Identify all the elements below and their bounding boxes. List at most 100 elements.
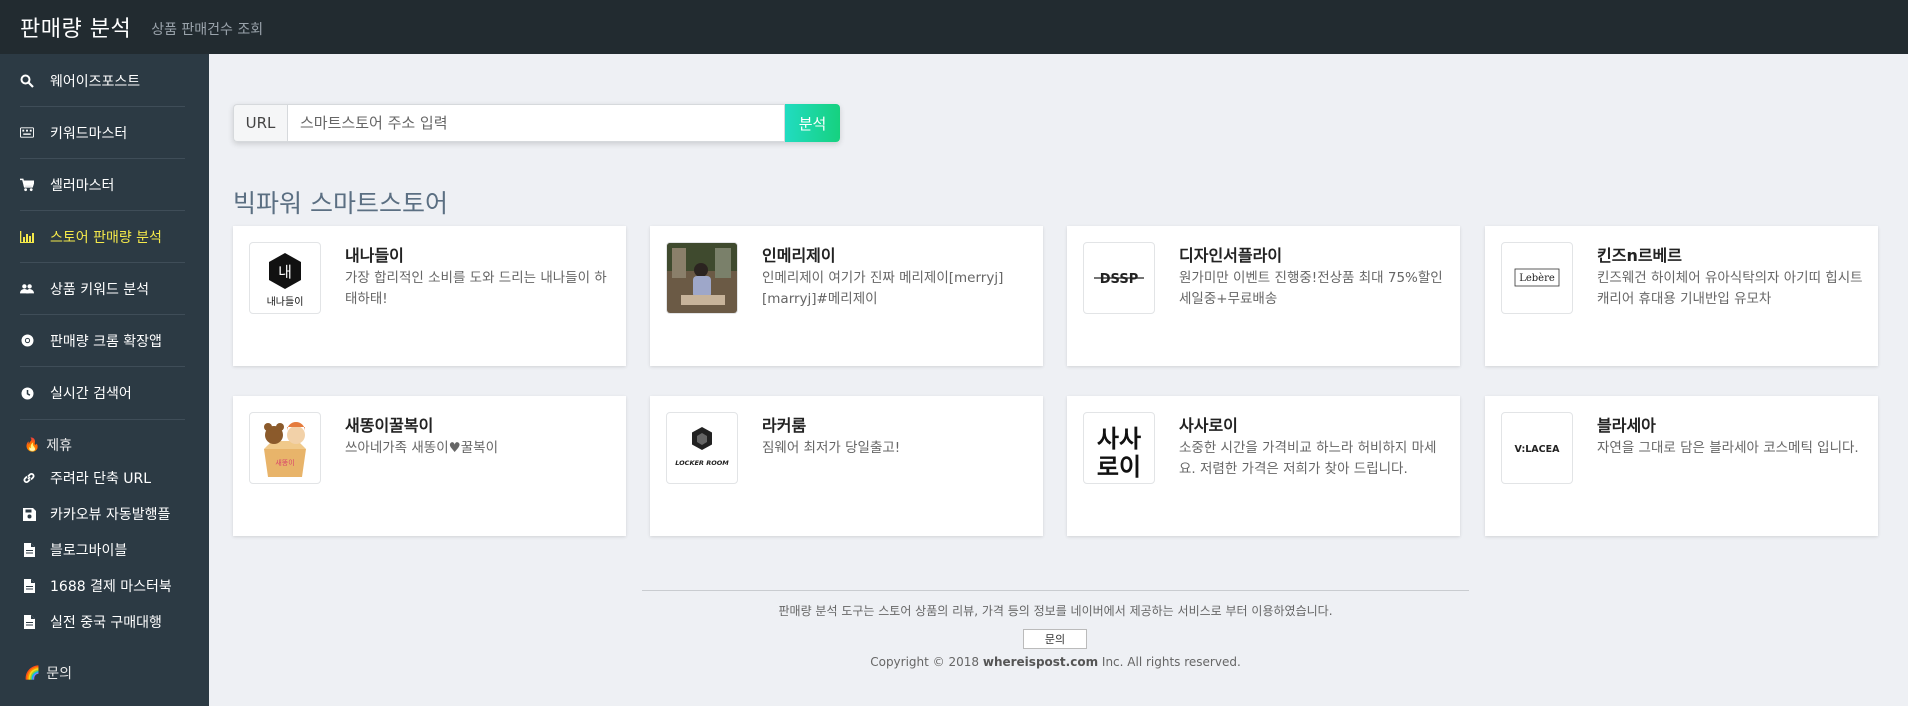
store-desc: 짐웨어 최저가 당일출고! xyxy=(762,440,901,456)
store-logo: 새똥이 xyxy=(249,412,321,484)
sidebar-item-product-keyword-analysis[interactable]: 상품 키워드 분석 xyxy=(20,263,185,315)
store-name: 라커룸 xyxy=(762,416,807,435)
link-icon xyxy=(22,471,36,485)
sidebar-link-kakaoview[interactable]: 카카오뷰 자동발행플 xyxy=(22,496,209,532)
sidebar-item-seller-master[interactable]: 셀러마스터 xyxy=(20,159,185,211)
store-name: 인메리제이 xyxy=(762,246,836,265)
fire-icon: 🔥 xyxy=(24,437,41,453)
svg-text:사사: 사사 xyxy=(1097,425,1141,453)
sidebar-item-label: 웨어이즈포스트 xyxy=(50,73,141,90)
store-card-nenadeuli[interactable]: 내 내나들이 내나들이 가장 합리적인 소비를 도와 드리는 내나들이 하태하태… xyxy=(233,226,626,366)
store-name: 새똥이꿀복이 xyxy=(345,416,434,435)
url-search-group: URL 분석 xyxy=(233,104,840,142)
sidebar-item-store-sales-analysis[interactable]: 스토어 판매량 분석 xyxy=(20,211,185,263)
store-card-sasaroi[interactable]: 사사 로이 사사로이 소중한 시간을 가격비교 하느라 허비하지 마세요. 저렴… xyxy=(1067,396,1460,536)
store-logo-text: Lebère xyxy=(1519,273,1555,284)
store-name: 내나들이 xyxy=(345,246,404,265)
store-logo: V:LACEA xyxy=(1501,412,1573,484)
store-name: 사사로이 xyxy=(1179,416,1238,435)
sidebar-item-chrome-extension[interactable]: 판매량 크롬 확장앱 xyxy=(20,315,185,367)
store-logo: DSSP xyxy=(1083,242,1155,314)
store-card-vlacea[interactable]: V:LACEA 블라세아 자연을 그대로 담은 블라세아 코스메틱 입니다. xyxy=(1485,396,1878,536)
sidebar-item-label: 셀러마스터 xyxy=(50,177,115,194)
store-desc: 쓰아네가족 새똥이♥꿀복이 xyxy=(345,440,499,456)
store-desc: 가장 합리적인 소비를 도와 드리는 내나들이 하태하태! xyxy=(345,270,607,307)
bar-chart-icon xyxy=(20,230,34,244)
footer-divider xyxy=(642,590,1469,591)
sidebar-item-whereispost[interactable]: 웨어이즈포스트 xyxy=(20,55,185,107)
store-logo-text: LOCKER ROOM xyxy=(675,459,729,467)
store-logo xyxy=(666,242,738,314)
store-logo-text: 내 xyxy=(278,263,292,281)
store-card-saeddongi[interactable]: 새똥이 새똥이꿀복이 쓰아네가족 새똥이♥꿀복이 xyxy=(233,396,626,536)
store-name: 블라세아 xyxy=(1597,416,1656,435)
store-desc: 킨즈웨건 하이체어 유아식탁의자 아기띠 힙시트캐리어 휴대용 기내반입 유모차 xyxy=(1597,270,1863,307)
app-subtitle: 상품 판매건수 조회 xyxy=(151,22,264,38)
store-logo-caption: 내나들이 xyxy=(267,296,304,308)
store-desc: 소중한 시간을 가격비교 하느라 허비하지 마세요. 저렴한 가격은 저희가 찾… xyxy=(1179,440,1437,477)
store-card-locker-room[interactable]: LOCKER ROOM 라커룸 짐웨어 최저가 당일출고! xyxy=(650,396,1043,536)
sidebar-item-realtime-search[interactable]: 실시간 검색어 xyxy=(20,367,185,419)
store-logo: 사사 로이 xyxy=(1083,412,1155,484)
copyright-suffix: Inc. All rights reserved. xyxy=(1101,655,1241,669)
sidebar-item-label: 실시간 검색어 xyxy=(50,386,132,402)
search-icon xyxy=(20,74,34,88)
sidebar: 웨어이즈포스트 키워드마스터 셀러마스터 스토어 판매량 분석 상품 키워드 분… xyxy=(0,54,209,706)
svg-text:로이: 로이 xyxy=(1097,453,1141,481)
store-desc: 자연을 그대로 담은 블라세아 코스메틱 입니다. xyxy=(1597,440,1859,456)
sidebar-section-label: 문의 xyxy=(46,666,72,682)
sidebar-section-contact[interactable]: 🌈 문의 xyxy=(24,662,209,684)
store-logo: 내 내나들이 xyxy=(249,242,321,314)
file-icon xyxy=(22,579,36,593)
url-addon-label: URL xyxy=(233,104,287,142)
sidebar-item-label: 스토어 판매량 분석 xyxy=(50,229,162,246)
sidebar-link-1688-payment[interactable]: 1688 결제 마스터북 xyxy=(22,568,209,604)
store-logo: LOCKER ROOM xyxy=(666,412,738,484)
section-title: 빅파워 스마트스토어 xyxy=(233,189,448,218)
store-desc: 원가미만 이벤트 진행중!전상품 최대 75%할인 세일중+무료배송 xyxy=(1179,270,1443,307)
sidebar-link-blog-bible[interactable]: 블로그바이블 xyxy=(22,532,209,568)
main-content: URL 분석 빅파워 스마트스토어 내 내나들이 내나들이 가장 합리적인 소비… xyxy=(209,54,1908,706)
contact-button[interactable]: 문의 xyxy=(1023,629,1087,649)
store-desc: 인메리제이 여기가 진짜 메리제이[merryj][marryj]#메리제이 xyxy=(762,270,1004,307)
store-card-inmerryj[interactable]: 인메리제이 인메리제이 여기가 진짜 메리제이[merryj][marryj]#… xyxy=(650,226,1043,366)
store-name: 디자인서플라이 xyxy=(1179,246,1283,265)
users-icon xyxy=(20,282,34,296)
sidebar-link-label: 카카오뷰 자동발행플 xyxy=(50,507,171,523)
save-icon xyxy=(22,507,36,521)
store-card-kinz-lebere[interactable]: Lebère 킨즈n르베르 킨즈웨건 하이체어 유아식탁의자 아기띠 힙시트캐리… xyxy=(1485,226,1878,366)
sidebar-link-label: 블로그바이블 xyxy=(50,543,128,559)
clock-icon xyxy=(20,386,34,400)
sidebar-link-label: 주려라 단축 URL xyxy=(50,471,152,487)
file-icon xyxy=(22,615,36,629)
sidebar-link-label: 1688 결제 마스터북 xyxy=(50,579,172,595)
sidebar-item-label: 키워드마스터 xyxy=(50,125,128,142)
sidebar-section-label: 제휴 xyxy=(46,438,72,454)
rainbow-icon: 🌈 xyxy=(24,665,41,681)
sidebar-link-china-purchase[interactable]: 실전 중국 구매대행 xyxy=(22,604,209,640)
store-card-design-supply[interactable]: DSSP 디자인서플라이 원가미만 이벤트 진행중!전상품 최대 75%할인 세… xyxy=(1067,226,1460,366)
store-url-input[interactable] xyxy=(287,104,785,142)
footer-notice: 판매량 분석 도구는 스토어 상품의 리뷰, 가격 등의 정보를 네이버에서 제… xyxy=(778,604,1333,618)
svg-text:새똥이: 새똥이 xyxy=(275,458,294,467)
analyze-button[interactable]: 분석 xyxy=(785,104,840,142)
store-name: 킨즈n르베르 xyxy=(1597,246,1682,265)
store-logo-text: V:LACEA xyxy=(1515,444,1561,455)
cart-icon xyxy=(20,178,34,192)
store-logo-text: DSSP xyxy=(1100,272,1138,287)
sidebar-item-label: 판매량 크롬 확장앱 xyxy=(50,333,162,350)
app-title[interactable]: 판매량 분석 xyxy=(20,11,131,43)
file-icon xyxy=(22,543,36,557)
copyright-prefix: Copyright © 2018 xyxy=(870,655,980,669)
top-header: 판매량 분석 상품 판매건수 조회 xyxy=(0,0,1908,54)
sidebar-link-short-url[interactable]: 주려라 단축 URL xyxy=(22,460,209,496)
sidebar-item-label: 상품 키워드 분석 xyxy=(50,281,150,298)
copyright-brand-link[interactable]: whereispost.com xyxy=(983,655,1098,669)
copyright: Copyright © 2018 whereispost.com Inc. Al… xyxy=(642,655,1469,669)
keyboard-icon xyxy=(20,126,34,140)
store-logo: Lebère xyxy=(1501,242,1573,314)
chrome-icon xyxy=(20,334,34,348)
sidebar-item-keyword-master[interactable]: 키워드마스터 xyxy=(20,107,185,159)
sidebar-section-partners: 🔥 제휴 xyxy=(24,434,209,456)
sidebar-link-label: 실전 중국 구매대행 xyxy=(50,615,162,631)
